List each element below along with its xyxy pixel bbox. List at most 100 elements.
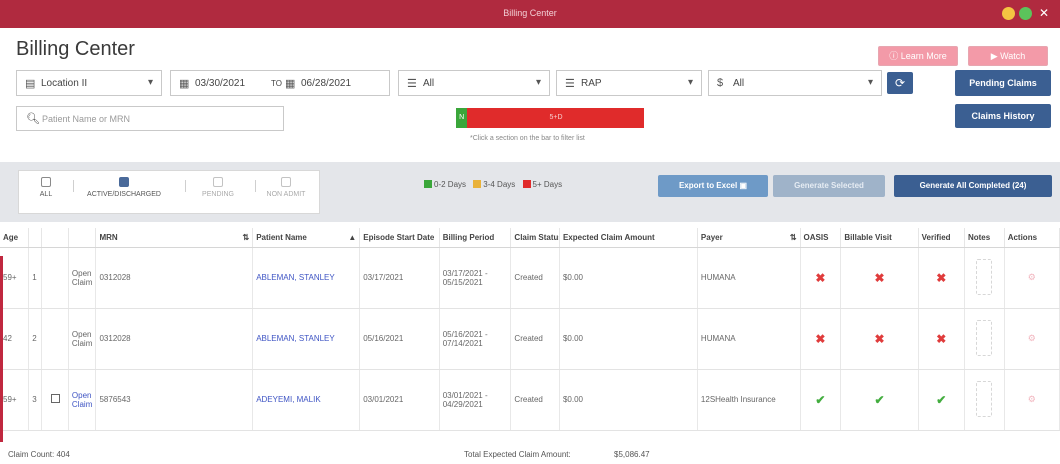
claim-link[interactable]: Open Claim [68, 369, 97, 431]
notes-icon[interactable] [976, 380, 993, 417]
close-icon[interactable]: ✕ [1037, 6, 1051, 20]
window-title: Billing Center [503, 8, 557, 18]
billable-visit-cell: ✖ [840, 308, 919, 370]
x-icon: ✖ [874, 331, 885, 346]
row-number: 2 [28, 308, 43, 370]
column-header-expected-amount[interactable]: Expected Claim Amount [559, 228, 698, 248]
patient-name-link[interactable]: ADEYEMI, MALIK [252, 369, 361, 431]
status-active-discharged[interactable]: ACTIVE/DISCHARGED [81, 177, 167, 198]
total-label: Total Expected Claim Amount: [464, 450, 571, 459]
claim-status-cell: Created [510, 247, 560, 309]
maximize-button[interactable] [1019, 7, 1032, 20]
column-header-mrn[interactable]: MRN ⇅ [95, 228, 254, 248]
notes-icon[interactable] [976, 258, 993, 295]
table-row[interactable]: 42 2 Open Claim 0312028 ABLEMAN, STANLEY… [0, 308, 1060, 370]
learn-more-button[interactable]: ⓘ Learn More [878, 46, 958, 66]
excel-icon: ▣ [739, 181, 748, 190]
checkbox-icon [41, 177, 51, 187]
mrn-cell: 0312028 [95, 247, 254, 309]
column-header-payer[interactable]: Payer ⇅ [697, 228, 801, 248]
row-age-indicator [0, 256, 3, 442]
dollar-icon: $ [717, 77, 724, 89]
status-all[interactable]: ALL [31, 177, 61, 198]
column-header-patient-name[interactable]: Patient Name ▲ [252, 228, 361, 248]
gear-icon[interactable]: ⚙ [1028, 272, 1036, 282]
notes-icon[interactable] [976, 319, 993, 356]
gear-icon[interactable]: ⚙ [1028, 394, 1036, 404]
amount-cell: $0.00 [559, 247, 698, 309]
calendar-icon: ▦ [285, 78, 296, 90]
column-header-num [28, 228, 43, 248]
payer-cell: HUMANA [697, 247, 801, 309]
claim-link[interactable]: Open Claim [68, 308, 97, 370]
patient-name-link[interactable]: ABLEMAN, STANLEY [252, 247, 361, 309]
patient-header-label: Patient Name [256, 232, 307, 242]
age-bar[interactable]: N 5+D [456, 108, 644, 128]
status-pending[interactable]: PENDING [193, 177, 243, 198]
search-placeholder: Patient Name or MRN [42, 114, 131, 124]
x-icon: ✖ [874, 270, 885, 285]
checkbox-icon [213, 177, 223, 187]
notes-cell [964, 308, 1005, 370]
column-header-billable-visit[interactable]: Billable Visit [840, 228, 919, 248]
claims-history-button[interactable]: Claims History [955, 104, 1051, 128]
location-select[interactable]: ▤ Location II ▾ [16, 70, 162, 96]
age-bar-green-segment[interactable]: N [456, 108, 468, 128]
table-row[interactable]: 59+ 3 Open Claim 5876543 ADEYEMI, MALIK … [0, 369, 1060, 431]
patient-name-link[interactable]: ABLEMAN, STANLEY [252, 308, 361, 370]
claims-table: Age MRN ⇅ Patient Name ▲ Episode Start Dat… [0, 228, 1060, 431]
legend-item: 5+ Days [522, 180, 562, 189]
chevron-down-icon: ▾ [535, 77, 541, 88]
date-range-field[interactable]: ▦ 03/30/2021 TO ▦ 06/28/2021 [170, 70, 390, 96]
sort-icon: ⇅ [789, 232, 797, 242]
page-title: Billing Center [16, 38, 135, 60]
column-header-oasis[interactable]: OASIS [800, 228, 842, 248]
row-number: 3 [28, 369, 43, 431]
payer-select[interactable]: $ All ▾ [708, 70, 882, 96]
mrn-cell: 0312028 [95, 308, 254, 370]
notes-cell [964, 247, 1005, 309]
status-non-admit[interactable]: NON ADMIT [263, 177, 309, 198]
gear-icon[interactable]: ⚙ [1028, 333, 1036, 343]
refresh-button[interactable]: ⟳ [887, 72, 913, 94]
claim-status-cell: Created [510, 369, 560, 431]
notes-cell [964, 369, 1005, 431]
column-header-notes: Notes [964, 228, 1005, 248]
column-header-claim-status[interactable]: Claim Status [510, 228, 560, 248]
column-header-claim [68, 228, 97, 248]
minimize-button[interactable] [1002, 7, 1015, 20]
divider [73, 180, 74, 192]
age-cell: 59+ [0, 369, 30, 431]
watch-button[interactable]: ▶ Watch [968, 46, 1048, 66]
billing-period-cell: 03/17/2021 - 05/15/2021 [439, 247, 512, 309]
check-icon: ✔ [936, 392, 947, 407]
column-header-age[interactable]: Age [0, 228, 30, 248]
generate-all-button[interactable]: Generate All Completed (24) [894, 175, 1052, 197]
total-value: $5,086.47 [614, 450, 650, 459]
pending-claims-button[interactable]: Pending Claims [955, 70, 1051, 96]
claim-type-select[interactable]: ☰ RAP ▾ [556, 70, 702, 96]
row-checkbox[interactable] [50, 394, 60, 403]
export-excel-button[interactable]: Export to Excel ▣ [658, 175, 768, 197]
claim-link[interactable]: Open Claim [68, 247, 97, 309]
amount-cell: $0.00 [559, 369, 698, 431]
billable-visit-cell: ✖ [840, 247, 919, 309]
age-cell: 42 [0, 308, 30, 370]
checkbox-checked-icon [119, 177, 129, 187]
column-header-verified[interactable]: Verified [918, 228, 965, 248]
refresh-icon: ⟳ [894, 76, 906, 90]
select-cell [41, 308, 69, 370]
info-icon: ⓘ [889, 51, 901, 61]
export-label: Export to Excel [678, 181, 738, 190]
column-header-actions: Actions [1004, 228, 1060, 248]
table-row[interactable]: 59+ 1 Open Claim 0312028 ABLEMAN, STANLE… [0, 247, 1060, 309]
calendar-icon: ▦ [179, 78, 190, 90]
column-header-billing-period[interactable]: Billing Period [439, 228, 512, 248]
age-legend: 0-2 Days 3-4 Days 5+ Days [424, 180, 567, 189]
chevron-down-icon: ▾ [867, 77, 873, 88]
patient-search-field[interactable]: 🔍︎ Patient Name or MRN [16, 106, 284, 131]
column-header-episode-start[interactable]: Episode Start Date [359, 228, 440, 248]
status-filter-select[interactable]: ☰ All ▾ [398, 70, 550, 96]
x-icon: ✖ [936, 270, 947, 285]
generate-selected-button[interactable]: Generate Selected [773, 175, 885, 197]
